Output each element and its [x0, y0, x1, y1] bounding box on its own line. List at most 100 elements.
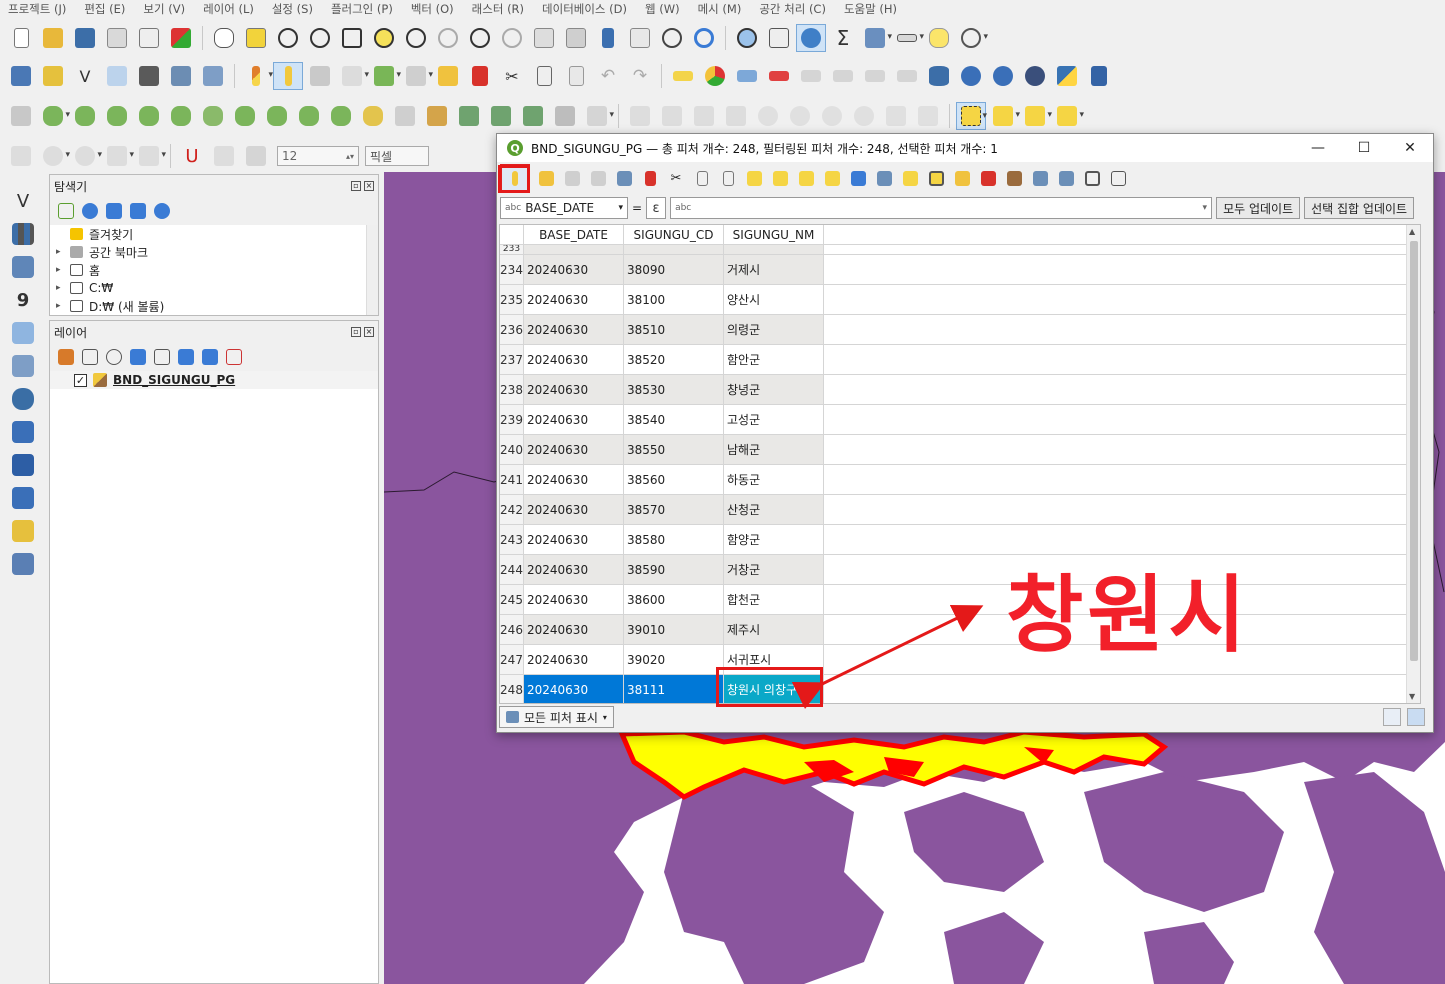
row-number[interactable]: 246: [500, 615, 524, 644]
cell-base-date[interactable]: 20240630: [524, 465, 624, 494]
locator-button[interactable]: [956, 24, 988, 52]
cell-sigungu-cd[interactable]: 38510: [624, 315, 724, 344]
table-row[interactable]: 234 20240630 38090 거제시: [500, 255, 1420, 285]
tool-1-button[interactable]: [625, 102, 655, 130]
row-number[interactable]: 239: [500, 405, 524, 434]
scrollbar-thumb[interactable]: [1410, 241, 1418, 661]
multi-edit-button[interactable]: [536, 168, 556, 188]
simplify-button[interactable]: [230, 102, 260, 130]
cell-base-date[interactable]: 20240630: [524, 585, 624, 614]
expand-all-icon[interactable]: [178, 349, 194, 365]
split-tool-button[interactable]: [486, 102, 516, 130]
statistics-button[interactable]: Σ: [828, 24, 858, 52]
table-row[interactable]: 240 20240630 38550 남해군: [500, 435, 1420, 465]
table-row[interactable]: 242 20240630 38570 산청군: [500, 495, 1420, 525]
new-bookmark-button[interactable]: [593, 24, 623, 52]
snapping-tolerance-spinbox[interactable]: 12 ▴▾: [277, 146, 359, 166]
select-location-button[interactable]: [1052, 102, 1084, 130]
expression-button[interactable]: ε: [646, 197, 667, 219]
layer-checkbox[interactable]: ✓: [74, 373, 87, 387]
identify-button[interactable]: [732, 24, 762, 52]
browser-item-spatial-bookmarks[interactable]: ▸ 공간 북마크: [50, 243, 378, 261]
split-parts-button[interactable]: [294, 102, 324, 130]
cell-sigungu-cd[interactable]: 38590: [624, 555, 724, 584]
zoom-selection-button[interactable]: [369, 24, 399, 52]
cell-sigungu-nm[interactable]: 합천군: [724, 585, 824, 614]
edit-attributes-button[interactable]: [433, 62, 463, 90]
menu-view[interactable]: 보기 (V): [143, 1, 185, 17]
zoom-next-button[interactable]: [497, 24, 527, 52]
cell-sigungu-cd[interactable]: 38560: [624, 465, 724, 494]
menu-settings[interactable]: 설정 (S): [272, 1, 313, 17]
reload-table-button[interactable]: [588, 168, 608, 188]
close-panel-icon[interactable]: ×: [364, 327, 374, 337]
info-icon[interactable]: [154, 203, 170, 219]
pin-label-button[interactable]: [764, 62, 794, 90]
attributes-button[interactable]: [860, 24, 892, 52]
table-row[interactable]: 237 20240630 38520 함안군: [500, 345, 1420, 375]
copy-button[interactable]: [692, 168, 712, 188]
row-number[interactable]: 241: [500, 465, 524, 494]
cell-sigungu-nm[interactable]: 산청군: [724, 495, 824, 524]
snapping-type-button[interactable]: [241, 142, 271, 170]
label-toolbar-button[interactable]: [668, 62, 698, 90]
browser-item-d-drive[interactable]: ▸ D:₩ (새 볼륨): [50, 297, 378, 315]
tool-7-button[interactable]: [817, 102, 847, 130]
cell-base-date[interactable]: 20240630: [524, 375, 624, 404]
cell-base-date[interactable]: 20240630: [524, 285, 624, 314]
new-layer-button[interactable]: [38, 62, 68, 90]
python-console-button[interactable]: [1052, 62, 1082, 90]
merge-attributes-button[interactable]: [454, 102, 484, 130]
cell-sigungu-cd[interactable]: 38520: [624, 345, 724, 374]
measure-button[interactable]: [892, 24, 924, 52]
row-number[interactable]: 244: [500, 555, 524, 584]
filter-icon[interactable]: [130, 349, 146, 365]
table-row[interactable]: 245 20240630 38600 합천군: [500, 585, 1420, 615]
row-number[interactable]: 234: [500, 255, 524, 284]
cell-sigungu-nm[interactable]: 남해군: [724, 435, 824, 464]
add-part-button[interactable]: [70, 102, 100, 130]
tool-5-button[interactable]: [753, 102, 783, 130]
scroll-up-icon[interactable]: ▲: [1409, 227, 1415, 236]
add-line-button[interactable]: [102, 62, 132, 90]
cell-base-date[interactable]: 20240630: [524, 345, 624, 374]
copy-features-button[interactable]: [529, 62, 559, 90]
rotate-point-button[interactable]: [358, 102, 388, 130]
help-button[interactable]: [1084, 62, 1114, 90]
open-attribute-table-button[interactable]: [764, 24, 794, 52]
refresh-icon[interactable]: [82, 203, 98, 219]
new-field-button[interactable]: [952, 168, 972, 188]
filter-expression-icon[interactable]: [154, 349, 170, 365]
cell-sigungu-cd[interactable]: 38540: [624, 405, 724, 434]
cell-sigungu-cd[interactable]: 38600: [624, 585, 724, 614]
split-features-button[interactable]: [390, 102, 420, 130]
new-map-view-button[interactable]: [529, 24, 559, 52]
new-3d-map-button[interactable]: [561, 24, 591, 52]
map-tips-button[interactable]: [924, 24, 954, 52]
quickmap-button[interactable]: [1020, 62, 1050, 90]
highlight-label-button[interactable]: [732, 62, 762, 90]
table-vertical-scrollbar[interactable]: ▲ ▼: [1406, 225, 1420, 703]
show-hide-labels-button[interactable]: [796, 62, 826, 90]
eye-icon[interactable]: [106, 349, 122, 365]
zoom-last-button[interactable]: [465, 24, 495, 52]
tool-4-button[interactable]: [721, 102, 751, 130]
save-edits-button[interactable]: [305, 62, 335, 90]
cell-sigungu-cd[interactable]: 38090: [624, 255, 724, 284]
table-row-selected[interactable]: 248 20240630 38111 창원시 의창구: [500, 675, 1420, 703]
tool-8-button[interactable]: [849, 102, 879, 130]
column-header-sigungu-cd[interactable]: SIGUNGU_CD: [624, 225, 724, 244]
vertex-tool-button[interactable]: [369, 62, 401, 90]
menu-edit[interactable]: 편집 (E): [84, 1, 125, 17]
update-value-input[interactable]: abc ▾: [670, 197, 1213, 219]
cell-base-date[interactable]: 20240630: [524, 555, 624, 584]
zoom-native-button[interactable]: [433, 24, 463, 52]
table-row[interactable]: 241 20240630 38560 하동군: [500, 465, 1420, 495]
table-row[interactable]: 246 20240630 39010 제주시: [500, 615, 1420, 645]
table-row[interactable]: 247 20240630 39020 서귀포시: [500, 645, 1420, 675]
circle-digitize-button[interactable]: [38, 142, 70, 170]
table-row[interactable]: 243 20240630 38580 함양군: [500, 525, 1420, 555]
dock-button[interactable]: [1056, 168, 1076, 188]
tool-9-button[interactable]: [881, 102, 911, 130]
cut-button[interactable]: ✂: [666, 168, 686, 188]
